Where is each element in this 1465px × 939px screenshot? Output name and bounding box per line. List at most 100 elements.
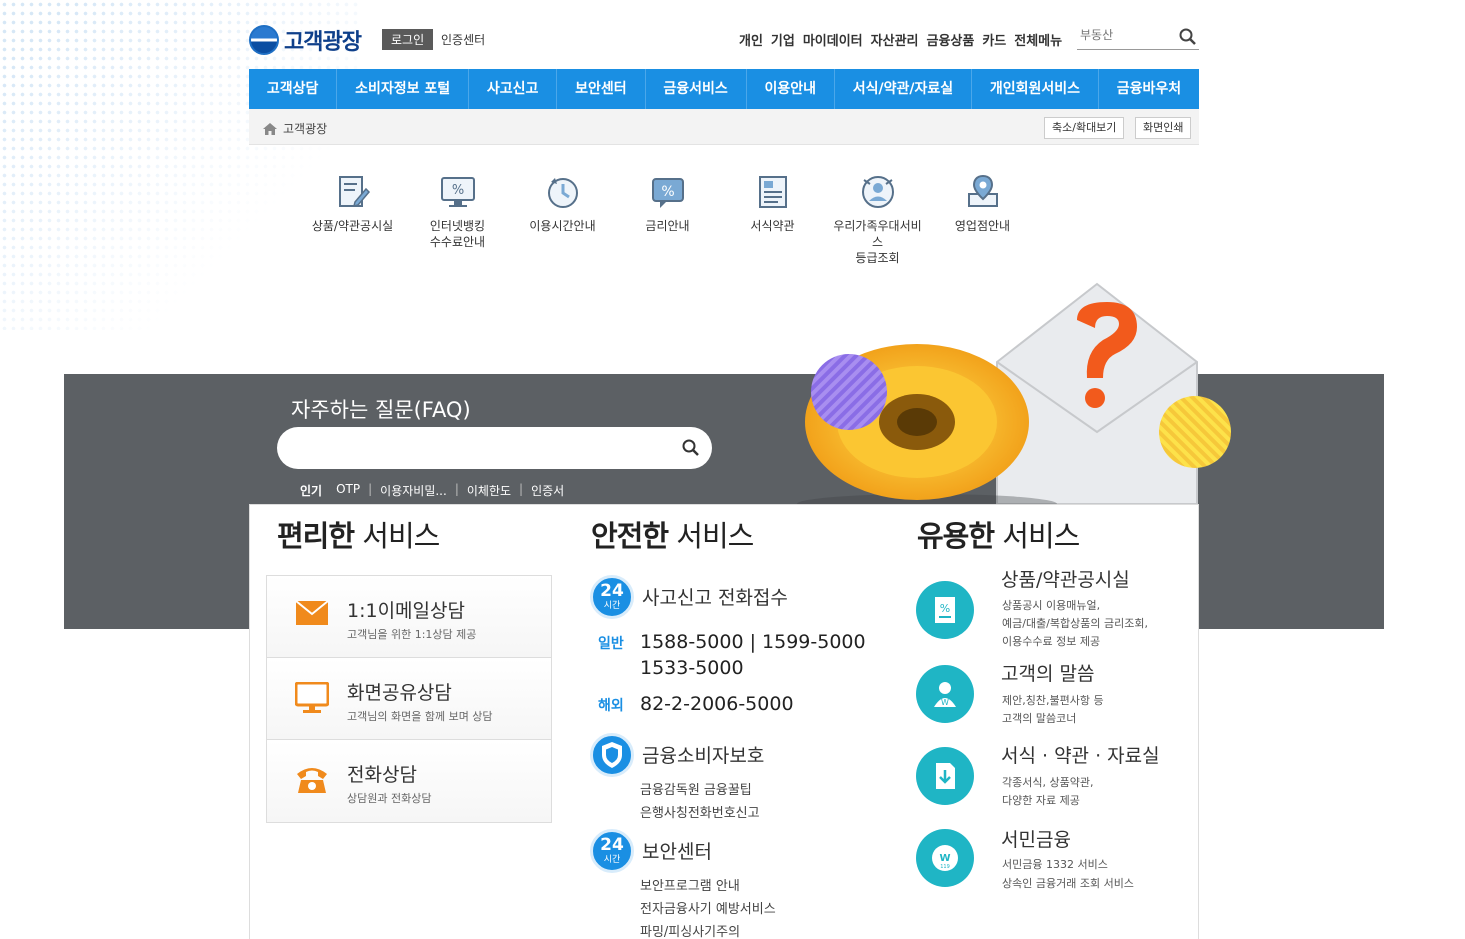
title-bold: 유용한 [917,519,995,553]
top-nav-card[interactable]: 카드 [982,30,1006,49]
faq-search-input[interactable] [297,427,677,469]
safe-services-title: 안전한 서비스 [591,513,754,555]
useful-item-title[interactable]: 서민금융 [1001,825,1071,852]
quick-link-product-notice[interactable]: 상품/약관공시실 [300,172,405,267]
security-item-2[interactable]: 전자금융사기 예방서비스 [640,898,776,917]
top-nav-asset[interactable]: 자산관리 [871,30,919,49]
monitor-percent-icon: % [440,177,475,207]
badge-text: 시간 [603,855,621,865]
form-document-icon [758,176,787,208]
nav-consult[interactable]: 고객상담 [249,69,338,109]
nav-security-center[interactable]: 보안센터 [557,69,646,109]
protect-item-1[interactable]: 금융감독원 금융꿀팁 [640,779,752,798]
breadcrumb-home[interactable]: 고객광장 [263,120,327,137]
faq-tag-certificate[interactable]: 인증서 [531,482,564,499]
title-rest: 서비스 [354,519,440,553]
shield-icon [590,733,634,777]
general-number-2: 1533-5000 [640,657,744,679]
login-button[interactable]: 로그인 [382,29,434,50]
logo[interactable]: 고객광장 [249,24,362,56]
svg-text:119: 119 [940,864,950,870]
logo-text: 고객광장 [284,30,362,55]
overseas-label: 해외 [598,698,624,714]
nav-accident-report[interactable]: 사고신고 [469,69,558,109]
top-nav-personal[interactable]: 개인 [739,30,763,49]
nav-forms[interactable]: 서식/약관/자료실 [835,69,972,109]
general-label: 일반 [598,636,624,652]
item-sub: 고객님을 위한 1:1상담 제공 [347,628,477,641]
useful-item-title[interactable]: 고객의 말씀 [1001,659,1094,686]
faq-tag-password[interactable]: 이용자비밀... [380,482,447,499]
top-nav-mydata[interactable]: 마이데이터 [803,30,863,49]
security-center-title[interactable]: 보안센터 [642,837,712,864]
quick-link-label: 수수료안내 [429,235,486,250]
quick-link-rate[interactable]: % 금리안내 [615,172,720,267]
item-title: 화면공유상담 [347,682,452,704]
search-icon[interactable] [682,439,700,457]
email-consult-item[interactable]: 1:1이메일상담 고객님을 위한 1:1상담 제공 [267,576,551,658]
accident-report-title[interactable]: 사고신고 전화접수 [642,583,788,610]
quick-link-label: 금리안내 [645,219,690,233]
main-nav: 고객상담 소비자정보 포털 사고신고 보안센터 금융서비스 이용안내 서식/약관… [249,69,1199,109]
useful-item-title[interactable]: 서식 · 약관 · 자료실 [1001,741,1160,768]
nav-consumer-portal[interactable]: 소비자정보 포털 [337,69,470,109]
print-button[interactable]: 화면인쇄 [1135,117,1192,139]
search-icon[interactable] [1179,28,1197,46]
security-item-1[interactable]: 보안프로그램 안내 [640,875,740,894]
quick-link-label: 상품/약관공시실 [311,219,394,233]
title-rest: 서비스 [994,519,1080,553]
svg-text:%: % [451,183,463,198]
quick-link-fee[interactable]: % 인터넷뱅킹 수수료안내 [405,172,510,267]
top-search-input[interactable] [1077,25,1172,45]
useful-item-desc: 서민금융 1332 서비스 [1002,858,1108,871]
consult-list: 1:1이메일상담 고객님을 위한 1:1상담 제공 화면공유상담 고객님의 화면… [266,575,552,823]
top-nav-business[interactable]: 기업 [771,30,795,49]
top-nav-all-menu[interactable]: 전체메뉴 [1014,30,1062,49]
telephone-icon [297,768,327,793]
nav-usage-guide[interactable]: 이용안내 [747,69,835,109]
consumer-protection-title[interactable]: 금융소비자보호 [642,741,764,768]
zoom-button[interactable]: 축소/확대보기 [1044,117,1125,139]
quick-link-forms[interactable]: 서식약관 [720,172,825,267]
separator: | [368,482,373,496]
faq-illustration [797,282,1231,504]
icon-glyph: W119 [932,845,958,871]
quick-link-branch[interactable]: 영업점안내 [930,172,1035,267]
quick-link-hours[interactable]: 이용시간안내 [510,172,615,267]
breadcrumb-label: 고객광장 [283,122,328,136]
download-document-icon[interactable] [916,747,974,805]
security-item-3[interactable]: 파밍/피싱사기주의 [640,921,740,939]
cert-center-link[interactable]: 인증센터 [441,31,485,48]
useful-item-desc: 각종서식, 상품약관, [1002,776,1094,789]
screen-share-consult-item[interactable]: 화면공유상담 고객님의 화면을 함께 보며 상담 [267,658,551,740]
useful-item-desc: 고객의 말씀코너 [1002,712,1077,725]
breadcrumb: 고객광장 축소/확대보기 화면인쇄 [249,109,1199,145]
quick-link-family-grade[interactable]: 우리가족우대서비 스 등급조회 [825,172,930,267]
customer-voice-icon[interactable]: W [916,665,974,723]
faq-search [277,427,712,469]
badge-number: 24 [600,581,624,601]
quick-link-label: 영업점안내 [954,219,1011,233]
protect-item-2[interactable]: 은행사칭전화번호신고 [640,802,760,821]
useful-item-desc: 다양한 자료 제공 [1002,794,1080,807]
document-percent-icon[interactable]: % [916,581,974,639]
top-nav-products[interactable]: 금융상품 [927,30,975,49]
item-sub: 상담원과 전화상담 [347,792,432,805]
badge-text: 시간 [603,601,621,611]
nav-member-service[interactable]: 개인회원서비스 [972,69,1099,109]
phone-consult-item[interactable]: 전화상담 상담원과 전화상담 [267,740,551,822]
top-header: 고객광장 로그인 인증센터 개인 기업 마이데이터 자산관리 금융상품 카드 전… [249,22,1199,58]
nav-financial-service[interactable]: 금융서비스 [646,69,747,109]
home-icon [263,122,277,135]
svg-text:%: % [940,602,950,615]
useful-item-desc: 예금/대출/복합상품의 금리조회, [1002,617,1148,630]
quick-link-label: 등급조회 [855,251,900,266]
w119-icon[interactable]: W 119 [916,829,974,887]
quick-link-label: 이용시간안내 [529,219,596,233]
separator: | [454,482,459,496]
faq-tag-transfer-limit[interactable]: 이체한도 [467,482,511,499]
faq-tag-otp[interactable]: OTP [336,482,360,499]
nav-voucher[interactable]: 금융바우처 [1099,69,1199,109]
useful-item-title[interactable]: 상품/약관공시실 [1001,565,1130,592]
item-title: 전화상담 [347,764,417,786]
